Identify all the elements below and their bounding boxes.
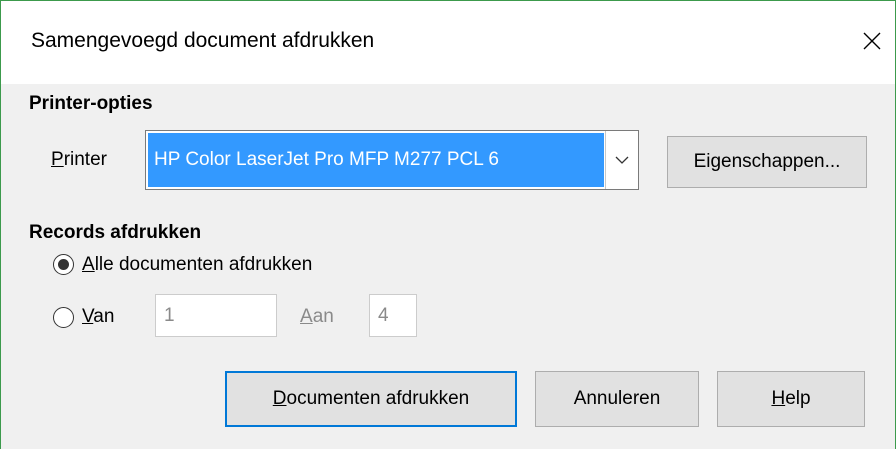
help-button[interactable]: Help [717, 371, 865, 427]
printer-select-value: HP Color LaserJet Pro MFP M277 PCL 6 [148, 133, 604, 187]
close-icon [863, 32, 881, 50]
radio-selected-dot [58, 259, 69, 270]
dialog-title: Samengevoegd document afdrukken [31, 29, 375, 52]
records-heading: Records afdrukken [29, 222, 202, 243]
to-field[interactable]: 4 [369, 294, 417, 337]
all-documents-radio[interactable] [53, 254, 74, 275]
print-documents-button[interactable]: Documenten afdrukken [225, 371, 517, 427]
printer-options-heading: Printer-opties [29, 93, 153, 114]
printer-label: Printer [51, 149, 107, 170]
printer-select-dropdown[interactable] [605, 131, 638, 189]
chevron-down-icon [615, 156, 629, 164]
print-merge-dialog: Samengevoegd document afdrukken Printer-… [0, 0, 896, 449]
cancel-button[interactable]: Annuleren [535, 371, 699, 427]
properties-button[interactable]: Ei g enschappen... [667, 136, 867, 188]
printer-select[interactable]: HP Color LaserJet Pro MFP M277 PCL 6 [145, 130, 639, 190]
to-label: Aan [300, 306, 334, 327]
from-field[interactable]: 1 [155, 294, 277, 337]
close-button[interactable] [849, 13, 895, 69]
from-label: Van [82, 306, 115, 327]
title-bar: Samengevoegd document afdrukken [1, 1, 895, 84]
all-documents-label[interactable]: Alle documenten afdrukken [82, 254, 312, 276]
range-radio[interactable] [53, 307, 74, 328]
